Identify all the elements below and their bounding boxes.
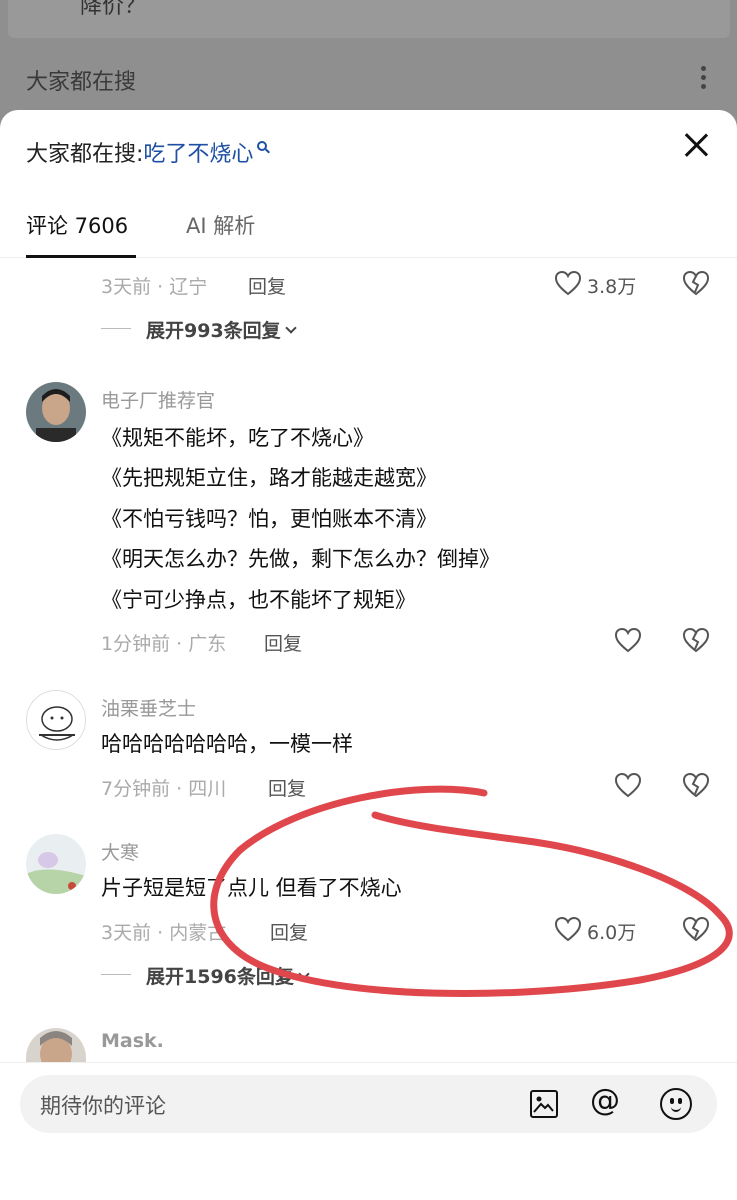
comment-text: 哈哈哈哈哈哈哈，一模一样 — [101, 732, 353, 756]
like-count: 6.0万 — [587, 922, 637, 944]
avatar[interactable] — [26, 382, 86, 442]
emoji-icon[interactable] — [660, 1088, 692, 1120]
image-icon[interactable] — [530, 1090, 558, 1118]
expand-replies-label: 展开993条回复 — [146, 320, 281, 342]
expand-replies-label: 展开1596条回复 — [146, 966, 294, 988]
close-icon[interactable] — [683, 132, 709, 158]
avatar[interactable] — [26, 834, 86, 894]
comment-input-bar: 期待你的评论 @ — [0, 1062, 737, 1200]
expand-divider — [101, 328, 131, 329]
comment-meta: 3天前 · 辽宁 — [101, 276, 208, 298]
background-top-text: 降价？ — [80, 0, 147, 19]
comment-text-line: 《规矩不能坏，吃了不烧心》 — [101, 426, 374, 450]
background-search-label: 大家都在搜 — [26, 70, 137, 95]
comment-text: 片子短是短了点儿 但看了不烧心 — [101, 876, 402, 900]
heart-icon[interactable] — [554, 916, 582, 942]
comment-input[interactable]: 期待你的评论 @ — [20, 1075, 717, 1133]
at-icon[interactable]: @ — [590, 1083, 620, 1118]
search-icon — [257, 141, 268, 151]
chevron-down-icon — [285, 322, 297, 334]
search-suggestion[interactable]: 大家都在搜:吃了不烧心 — [26, 136, 268, 168]
heart-icon[interactable] — [554, 270, 582, 296]
reply-button[interactable]: 回复 — [270, 918, 308, 945]
expand-divider — [101, 974, 131, 975]
search-keyword[interactable]: 吃了不烧心 — [143, 142, 253, 167]
comment-meta: 7分钟前 · 四川 — [101, 778, 227, 800]
heart-icon[interactable] — [614, 627, 642, 653]
reply-button[interactable]: 回复 — [264, 629, 302, 656]
tab-comments[interactable]: 评论 7606 — [26, 210, 128, 240]
avatar[interactable] — [26, 1028, 86, 1062]
avatar[interactable] — [26, 690, 86, 750]
expand-replies-button[interactable]: 展开1596条回复 — [146, 962, 310, 989]
comment-text-line: 《明天怎么办？先做，剩下怎么办？倒掉》 — [101, 547, 500, 571]
comment-username[interactable]: Mask. — [101, 1030, 164, 1052]
broken-heart-icon[interactable] — [682, 627, 710, 653]
background-card: 降价？ — [8, 0, 730, 38]
comment-username[interactable]: 油栗垂芝士 — [101, 694, 196, 721]
more-icon[interactable] — [701, 66, 707, 90]
tab-ai-analysis[interactable]: AI 解析 — [186, 210, 255, 240]
comment-username[interactable]: 大寒 — [101, 838, 139, 865]
broken-heart-icon[interactable] — [682, 772, 710, 798]
broken-heart-icon[interactable] — [682, 270, 710, 296]
comment-text-line: 《宁可少挣点，也不能坏了规矩》 — [101, 588, 416, 612]
reply-button[interactable]: 回复 — [268, 774, 306, 801]
heart-icon[interactable] — [614, 772, 642, 798]
comments-sheet: 大家都在搜:吃了不烧心 评论 7606 AI 解析 3天前 · 辽宁 回复 3.… — [0, 110, 737, 1200]
active-tab-indicator — [26, 255, 136, 258]
comment-text-line: 《不怕亏钱吗？怕，更怕账本不清》 — [101, 507, 437, 531]
comment-input-placeholder: 期待你的评论 — [40, 1094, 166, 1118]
like-count: 3.8万 — [587, 276, 637, 298]
expand-replies-button[interactable]: 展开993条回复 — [146, 316, 297, 343]
broken-heart-icon[interactable] — [682, 916, 710, 942]
comment-text-line: 《先把规矩立住，路才能越走越宽》 — [101, 466, 437, 490]
comment-meta: 3天前 · 内蒙古 — [101, 922, 227, 944]
tab-bar: 评论 7606 AI 解析 — [0, 206, 737, 258]
search-prefix: 大家都在搜: — [26, 142, 144, 167]
reply-button[interactable]: 回复 — [248, 272, 286, 299]
chevron-down-icon — [298, 968, 310, 980]
comment-meta: 1分钟前 · 广东 — [101, 633, 227, 655]
comment-username[interactable]: 电子厂推荐官 — [101, 386, 215, 413]
